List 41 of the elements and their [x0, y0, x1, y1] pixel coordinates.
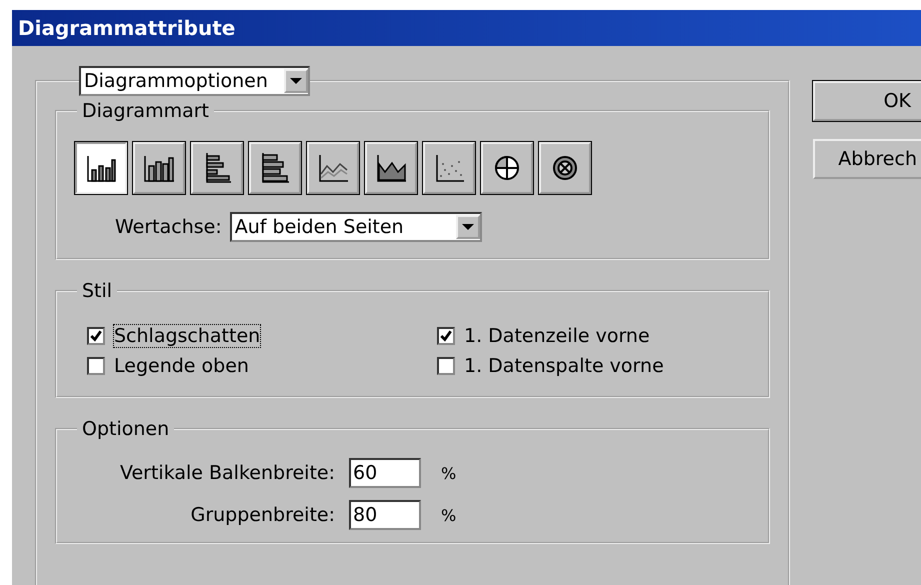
dialog-button[interactable]: Abbrech [813, 139, 921, 179]
window-title: Diagrammattribute [18, 16, 236, 40]
checkbox[interactable] [87, 357, 105, 375]
chart-type-button[interactable] [365, 142, 417, 194]
chart-type-button[interactable] [75, 142, 127, 194]
chart-type-button[interactable] [307, 142, 359, 194]
stacked-column-chart-icon [144, 156, 174, 182]
unit-label: % [441, 464, 456, 482]
stacked-bar-chart-icon [262, 153, 289, 183]
group-label: Diagrammart [81, 100, 210, 122]
group-label: Optionen [81, 418, 170, 440]
checkbox-label[interactable]: Schlagschatten [113, 324, 262, 348]
chart-type-button[interactable] [249, 142, 301, 194]
dialog-button[interactable]: OK [813, 81, 921, 121]
field-label: Gruppenbreite: [190, 504, 335, 526]
checkbox[interactable] [87, 327, 105, 345]
input-field[interactable]: 60 [349, 458, 421, 488]
bar-chart-icon [206, 153, 231, 183]
checkbox-label[interactable]: 1. Datenspalte vorne [463, 354, 665, 378]
radar-chart-icon [553, 156, 577, 180]
chart-type-button[interactable] [423, 142, 475, 194]
field-label: Vertikale Balkenbreite: [118, 462, 335, 484]
scatter-chart-icon [436, 155, 464, 182]
chart-type-button[interactable] [481, 142, 533, 194]
group-label: Stil [81, 280, 114, 302]
checkbox-label[interactable]: Legende oben [113, 354, 250, 378]
pie-chart-icon [495, 156, 519, 180]
checkbox-label[interactable]: 1. Datenzeile vorne [463, 324, 651, 348]
value-axis-dropdown[interactable]: Auf beiden Seiten [230, 212, 482, 242]
chart-type-button[interactable] [191, 142, 243, 194]
input-field[interactable]: 80 [349, 500, 421, 530]
checkbox[interactable] [437, 357, 455, 375]
section-dropdown[interactable]: Diagrammoptionen [79, 66, 310, 96]
area-chart-icon [377, 155, 406, 182]
checkbox[interactable] [437, 327, 455, 345]
chart-type-button[interactable] [133, 142, 185, 194]
value-axis-label: Wertachse: [115, 216, 222, 238]
line-chart-icon [319, 155, 348, 182]
chart-type-button[interactable] [539, 142, 591, 194]
unit-label: % [441, 506, 456, 524]
column-chart-icon [87, 156, 116, 182]
